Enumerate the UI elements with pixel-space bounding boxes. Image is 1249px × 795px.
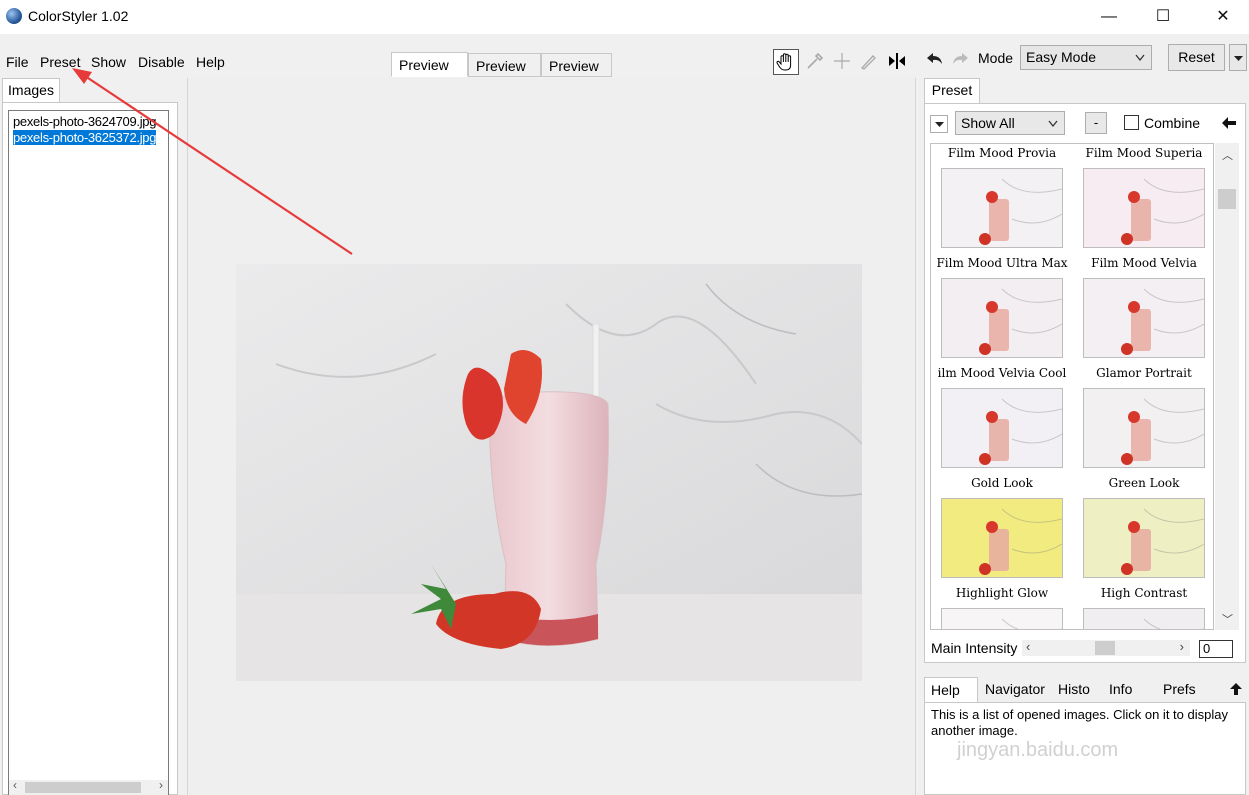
preset-label: Glamor Portrait bbox=[1096, 366, 1192, 380]
intensity-value-field[interactable]: 0 bbox=[1199, 640, 1233, 658]
scroll-left-icon[interactable]: ‹ bbox=[13, 778, 17, 792]
tab-preset[interactable]: Preset bbox=[924, 78, 980, 104]
main-intensity-slider[interactable]: ‹ › bbox=[1022, 639, 1190, 656]
mode-dropdown[interactable]: Easy Mode bbox=[1020, 45, 1152, 70]
preset-label: Green Look bbox=[1108, 476, 1180, 490]
preset-filter-dropdown[interactable]: Show All bbox=[955, 111, 1065, 135]
tab-images[interactable]: Images bbox=[2, 78, 60, 102]
chevron-down-icon bbox=[1048, 120, 1058, 128]
undo-icon[interactable] bbox=[925, 50, 945, 68]
preset-label: High Contrast bbox=[1100, 586, 1188, 600]
combine-label: Combine bbox=[1144, 115, 1201, 131]
split-view-icon[interactable] bbox=[886, 50, 908, 72]
hand-tool-icon[interactable] bbox=[773, 49, 799, 75]
preset-thumbnail[interactable] bbox=[1083, 388, 1205, 468]
redo-icon[interactable] bbox=[950, 50, 970, 68]
up-arrow-icon[interactable] bbox=[1229, 682, 1243, 696]
reset-menu-button[interactable] bbox=[1229, 44, 1247, 71]
dropdown-arrow-icon bbox=[1234, 56, 1243, 61]
reset-button[interactable]: Reset bbox=[1168, 44, 1225, 71]
preset-label: Film Mood Provia bbox=[947, 146, 1057, 160]
preset-thumbnail[interactable] bbox=[1083, 608, 1205, 629]
back-arrow-icon[interactable] bbox=[1221, 116, 1237, 130]
preset-menu-button[interactable] bbox=[930, 115, 948, 133]
tab-help[interactable]: Help bbox=[924, 677, 978, 702]
preset-label: Highlight Glow bbox=[955, 586, 1049, 600]
tab-preview-1[interactable]: Preview 1 bbox=[391, 52, 468, 97]
preset-filter-value: Show All bbox=[961, 115, 1015, 131]
preset-thumbnail[interactable] bbox=[941, 608, 1063, 629]
mode-value: Easy Mode bbox=[1026, 49, 1097, 65]
annotation-arrow bbox=[72, 68, 353, 255]
app-icon bbox=[6, 8, 22, 24]
preset-label: Film Mood Velvia bbox=[1091, 256, 1197, 270]
preset-label: Gold Look bbox=[971, 476, 1033, 490]
eyedropper-icon[interactable] bbox=[804, 50, 826, 72]
preset-thumbnail[interactable] bbox=[1083, 278, 1205, 358]
preset-thumbnail[interactable] bbox=[941, 278, 1063, 358]
slider-left-icon[interactable]: ‹ bbox=[1026, 639, 1030, 654]
preset-thumbnail[interactable] bbox=[941, 498, 1063, 578]
tab-preview-3[interactable]: Preview 3 bbox=[541, 53, 612, 98]
dropdown-arrow-icon bbox=[935, 122, 944, 127]
title-bar bbox=[0, 0, 1249, 34]
maximize-button[interactable]: ☐ bbox=[1140, 0, 1186, 34]
preset-grid-vscrollbar[interactable]: ︿ ﹀ bbox=[1215, 143, 1239, 630]
preset-label: Film Mood Superia bbox=[1085, 146, 1203, 160]
combine-checkbox[interactable] bbox=[1124, 115, 1139, 130]
scrollbar-thumb[interactable] bbox=[25, 782, 141, 793]
preset-thumbnail[interactable] bbox=[1083, 498, 1205, 578]
close-button[interactable]: ✕ bbox=[1200, 0, 1246, 34]
preset-thumbnail[interactable] bbox=[941, 168, 1063, 248]
main-intensity-label: Main Intensity bbox=[931, 640, 1018, 656]
menu-file[interactable]: File bbox=[6, 54, 29, 70]
minus-button[interactable]: - bbox=[1085, 112, 1107, 134]
tab-info[interactable]: Info bbox=[1103, 677, 1138, 702]
preset-label: Film Mood Ultra Max bbox=[936, 256, 1068, 270]
scroll-right-icon[interactable]: › bbox=[159, 778, 163, 792]
image-list-hscrollbar[interactable]: ‹ › bbox=[9, 778, 168, 795]
window-title: ColorStyler 1.02 bbox=[28, 8, 129, 24]
brush-icon[interactable] bbox=[858, 50, 880, 72]
scrollbar-thumb[interactable] bbox=[1218, 189, 1236, 209]
scroll-down-icon[interactable]: ﹀ bbox=[1222, 611, 1233, 627]
tab-navigator[interactable]: Navigator bbox=[979, 677, 1051, 702]
help-panel: This is a list of opened images. Click o… bbox=[924, 702, 1246, 795]
chevron-down-icon bbox=[1135, 54, 1145, 62]
minimize-button[interactable]: — bbox=[1086, 0, 1132, 34]
help-text: This is a list of opened images. Click o… bbox=[931, 707, 1228, 738]
slider-thumb[interactable] bbox=[1095, 641, 1115, 655]
slider-right-icon[interactable]: › bbox=[1180, 639, 1184, 654]
preset-thumbnail[interactable] bbox=[941, 388, 1063, 468]
tab-prefs[interactable]: Prefs bbox=[1157, 677, 1202, 702]
preset-grid[interactable]: Film Mood Provia Film Mood Superia Film Mo… bbox=[930, 143, 1214, 630]
crosshair-icon[interactable] bbox=[831, 50, 853, 72]
preset-thumbnail[interactable] bbox=[1083, 168, 1205, 248]
preview-image bbox=[236, 264, 862, 681]
tab-histo[interactable]: Histo bbox=[1052, 677, 1096, 702]
watermark: jingyan.baidu.com bbox=[957, 739, 1119, 761]
preset-label: ilm Mood Velvia Cool bbox=[937, 366, 1067, 380]
scroll-up-icon[interactable]: ︿ bbox=[1222, 147, 1233, 163]
tab-preview-2[interactable]: Preview 2 bbox=[468, 53, 541, 98]
mode-label: Mode bbox=[978, 50, 1014, 66]
